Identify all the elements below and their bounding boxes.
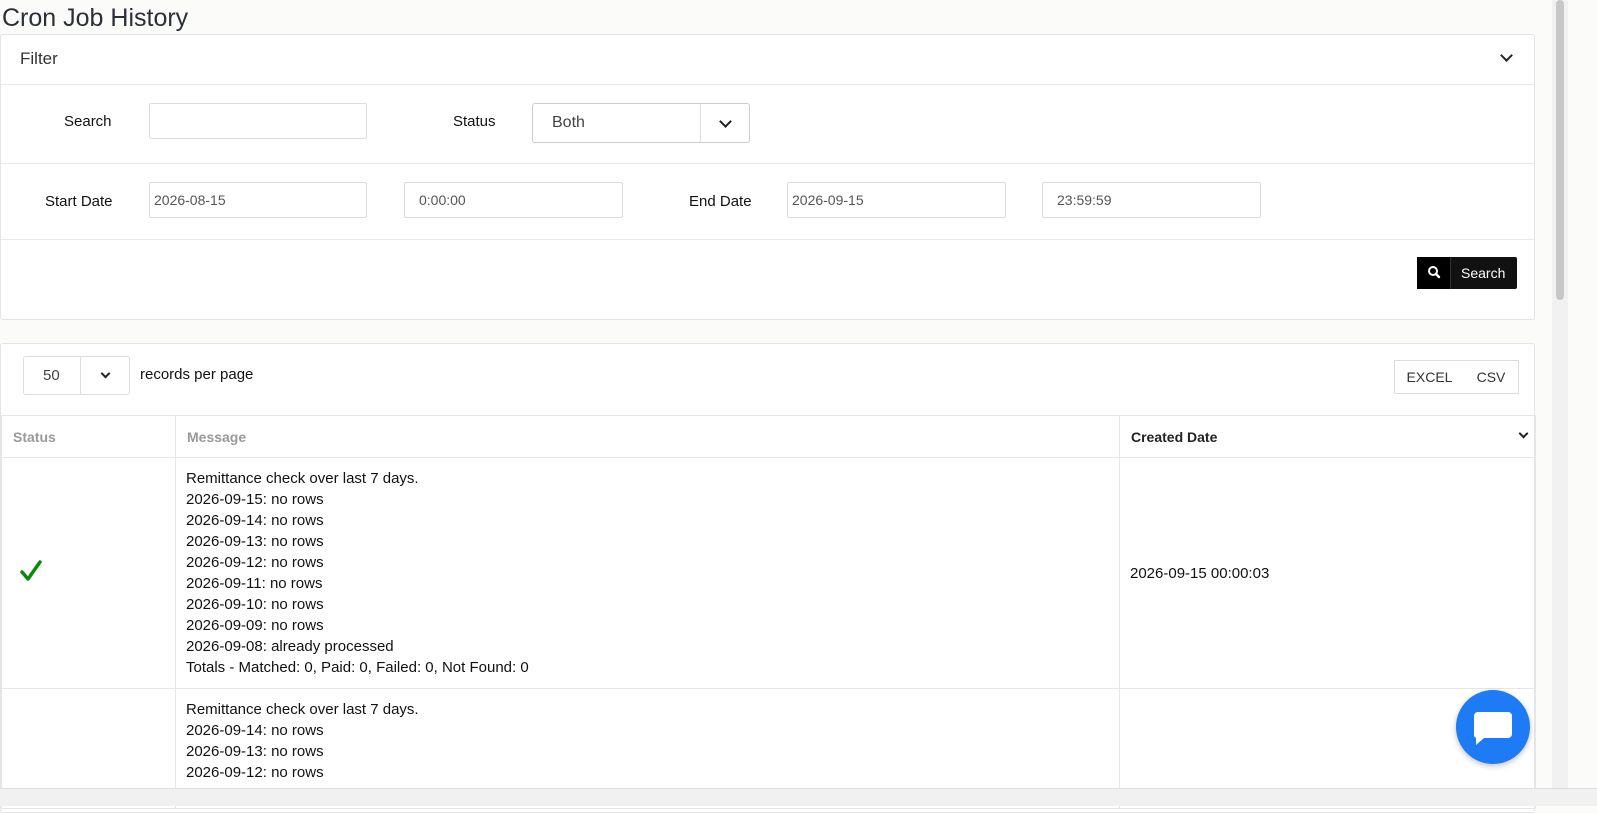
status-select[interactable]: Both [532,103,750,143]
search-label: Search [64,113,112,130]
message-line: 2026-09-10: no rows [186,596,324,613]
column-header-status[interactable]: Status [1,415,176,458]
select-divider [80,357,81,394]
filter-panel: Filter Search Status Both Start Date End… [0,34,1535,320]
column-header-message[interactable]: Message [175,415,1120,458]
message-line: 2026-09-08: already processed [186,638,394,655]
message-line: 2026-09-11: no rows [186,575,323,592]
status-select-value: Both [552,114,585,131]
chevron-down-icon [719,115,732,128]
message-line: Remittance check over last 7 days. [186,701,419,718]
chevron-down-icon [1518,428,1529,439]
search-icon [1417,257,1451,289]
start-date-input[interactable] [149,182,367,218]
status-cell [1,457,176,689]
message-line: 2026-09-13: no rows [186,743,324,760]
horizontal-scrollbar[interactable] [0,788,1597,806]
page-size-label: records per page [140,366,254,383]
message-cell: Remittance check over last 7 days. 2026-… [175,457,1120,689]
end-date-label: End Date [689,193,752,210]
message-line: Remittance check over last 7 days. [186,470,419,487]
message-line: 2026-09-13: no rows [186,533,324,550]
start-date-label: Start Date [45,193,113,210]
message-line: 2026-09-12: no rows [186,554,324,571]
message-line: 2026-09-09: no rows [186,617,324,634]
status-label: Status [453,113,496,130]
column-header-created-date-label: Created Date [1131,428,1218,445]
table-header-row: Status Message Created Date [1,415,1536,458]
chevron-down-icon [100,368,111,379]
export-csv-button[interactable]: CSV [1464,360,1519,394]
check-icon [20,560,42,586]
created-date-cell: 2026-09-15 00:00:03 [1119,457,1536,689]
message-line: 2026-09-12: no rows [186,764,324,781]
message-line: 2026-09-14: no rows [186,722,324,739]
export-excel-button[interactable]: EXCEL [1394,360,1465,394]
filter-header[interactable]: Filter [1,35,1534,85]
chat-button[interactable] [1456,690,1530,764]
start-time-input[interactable] [404,182,623,218]
select-divider [700,104,701,142]
search-input[interactable] [149,103,367,139]
end-date-input[interactable] [787,182,1006,218]
message-line: 2026-09-15: no rows [186,491,324,508]
message-line: Totals - Matched: 0, Paid: 0, Failed: 0,… [186,659,529,676]
message-line: 2026-09-14: no rows [186,512,324,529]
page-size-value: 50 [43,367,60,384]
table-row: Remittance check over last 7 days. 2026-… [1,457,1536,689]
page-title: Cron Job History [2,4,189,32]
vertical-scrollbar[interactable] [1552,0,1568,790]
results-panel: 50 records per page EXCEL CSV Status Mes… [0,343,1536,813]
page-size-select[interactable]: 50 [23,356,130,395]
end-time-input[interactable] [1042,182,1261,218]
scrollbar-thumb[interactable] [1556,0,1564,300]
search-button[interactable]: Search [1417,257,1517,289]
filter-title: Filter [20,49,58,68]
chevron-down-icon[interactable] [1500,49,1513,62]
chat-bubble-icon [1456,712,1530,768]
column-header-created-date[interactable]: Created Date [1119,415,1536,458]
filter-row-search: Search Status Both [1,84,1534,164]
cron-history-table: Status Message Created Date Remittance c… [1,415,1536,809]
filter-row-dates: Start Date End Date [1,163,1534,240]
search-button-label: Search [1461,265,1506,281]
